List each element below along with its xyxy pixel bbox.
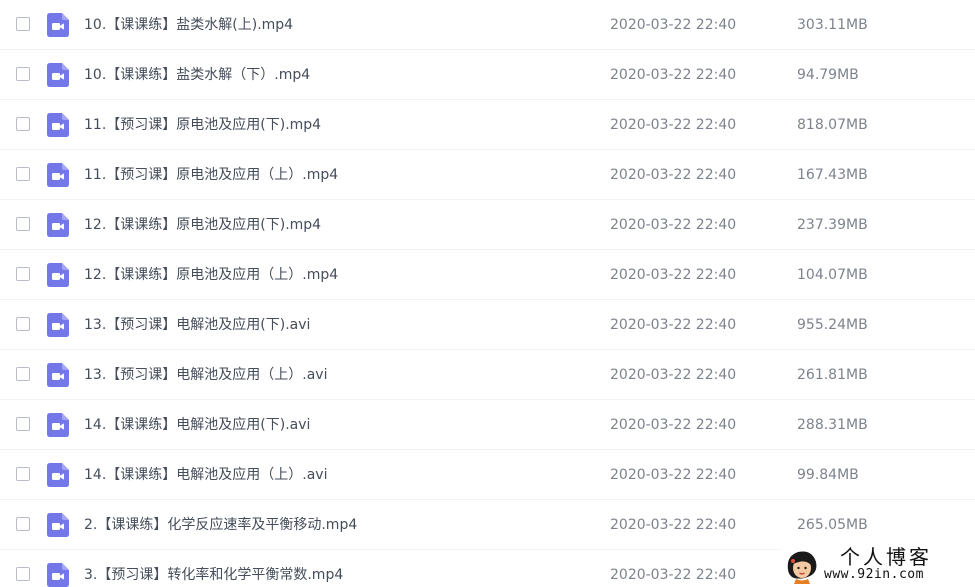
video-file-icon — [47, 213, 69, 237]
file-name[interactable]: 11.【预习课】原电池及应用（上）.mp4 — [84, 165, 338, 185]
file-list: 10.【课课练】盐类水解(上).mp4 2020-03-22 22:40 303… — [0, 0, 975, 587]
row-checkbox[interactable] — [16, 67, 30, 81]
file-date: 2020-03-22 22:40 — [610, 117, 737, 133]
file-row[interactable]: 13.【预习课】电解池及应用（上）.avi 2020-03-22 22:40 2… — [0, 350, 975, 400]
file-date: 2020-03-22 22:40 — [610, 367, 737, 383]
row-checkbox[interactable] — [16, 367, 30, 381]
file-date: 2020-03-22 22:40 — [610, 167, 737, 183]
avatar-icon — [787, 551, 817, 584]
video-file-icon — [47, 263, 69, 287]
row-checkbox[interactable] — [16, 17, 30, 31]
file-name[interactable]: 12.【课课练】原电池及应用（上）.mp4 — [84, 265, 338, 285]
file-name[interactable]: 13.【预习课】电解池及应用（上）.avi — [84, 365, 327, 385]
row-checkbox[interactable] — [16, 567, 30, 581]
file-name[interactable]: 14.【课课练】电解池及应用(下).avi — [84, 415, 310, 435]
video-file-icon — [47, 563, 69, 587]
file-size: 94.79MB — [797, 67, 859, 83]
row-checkbox[interactable] — [16, 167, 30, 181]
file-name[interactable]: 12.【课课练】原电池及应用(下).mp4 — [84, 215, 321, 235]
row-checkbox[interactable] — [16, 317, 30, 331]
watermark-url: www.92in.com — [824, 567, 924, 582]
row-checkbox[interactable] — [16, 267, 30, 281]
file-size: 167.43MB — [797, 167, 868, 183]
file-row[interactable]: 10.【课课练】盐类水解(上).mp4 2020-03-22 22:40 303… — [0, 0, 975, 50]
row-checkbox[interactable] — [16, 117, 30, 131]
file-date: 2020-03-22 22:40 — [610, 217, 737, 233]
file-row[interactable]: 13.【预习课】电解池及应用(下).avi 2020-03-22 22:40 9… — [0, 300, 975, 350]
video-file-icon — [47, 363, 69, 387]
file-date: 2020-03-22 22:40 — [610, 317, 737, 333]
file-size: 303.11MB — [797, 17, 868, 33]
file-name[interactable]: 10.【课课练】盐类水解（下）.mp4 — [84, 65, 310, 85]
file-name[interactable]: 10.【课课练】盐类水解(上).mp4 — [84, 15, 293, 35]
row-checkbox[interactable] — [16, 417, 30, 431]
file-name[interactable]: 11.【预习课】原电池及应用(下).mp4 — [84, 115, 321, 135]
file-name[interactable]: 13.【预习课】电解池及应用(下).avi — [84, 315, 310, 335]
row-checkbox[interactable] — [16, 467, 30, 481]
video-file-icon — [47, 63, 69, 87]
video-file-icon — [47, 113, 69, 137]
file-date: 2020-03-22 22:40 — [610, 567, 737, 583]
row-checkbox[interactable] — [16, 217, 30, 231]
file-row[interactable]: 2.【课课练】化学反应速率及平衡移动.mp4 2020-03-22 22:40 … — [0, 500, 975, 550]
file-date: 2020-03-22 22:40 — [610, 17, 737, 33]
file-name[interactable]: 3.【预习课】转化率和化学平衡常数.mp4 — [84, 565, 343, 585]
file-row[interactable]: 10.【课课练】盐类水解（下）.mp4 2020-03-22 22:40 94.… — [0, 50, 975, 100]
video-file-icon — [47, 463, 69, 487]
file-name[interactable]: 14.【课课练】电解池及应用（上）.avi — [84, 465, 327, 485]
video-file-icon — [47, 13, 69, 37]
file-date: 2020-03-22 22:40 — [610, 67, 737, 83]
video-file-icon — [47, 513, 69, 537]
video-file-icon — [47, 313, 69, 337]
video-file-icon — [47, 163, 69, 187]
file-size: 288.31MB — [797, 417, 868, 433]
video-file-icon — [47, 413, 69, 437]
file-size: 955.24MB — [797, 317, 868, 333]
row-checkbox[interactable] — [16, 517, 30, 531]
file-size: 99.84MB — [797, 467, 859, 483]
file-row[interactable]: 11.【预习课】原电池及应用（上）.mp4 2020-03-22 22:40 1… — [0, 150, 975, 200]
file-row[interactable]: 14.【课课练】电解池及应用(下).avi 2020-03-22 22:40 2… — [0, 400, 975, 450]
file-size: 261.81MB — [797, 367, 868, 383]
file-size: 237.39MB — [797, 217, 868, 233]
file-row[interactable]: 11.【预习课】原电池及应用(下).mp4 2020-03-22 22:40 8… — [0, 100, 975, 150]
watermark: 个人博客 www.92in.com — [780, 544, 975, 587]
file-date: 2020-03-22 22:40 — [610, 417, 737, 433]
file-date: 2020-03-22 22:40 — [610, 467, 737, 483]
file-row[interactable]: 14.【课课练】电解池及应用（上）.avi 2020-03-22 22:40 9… — [0, 450, 975, 500]
file-size: 818.07MB — [797, 117, 868, 133]
file-size: 104.07MB — [797, 267, 868, 283]
file-row[interactable]: 12.【课课练】原电池及应用(下).mp4 2020-03-22 22:40 2… — [0, 200, 975, 250]
file-size: 265.05MB — [797, 517, 868, 533]
file-date: 2020-03-22 22:40 — [610, 517, 737, 533]
file-date: 2020-03-22 22:40 — [610, 267, 737, 283]
file-name[interactable]: 2.【课课练】化学反应速率及平衡移动.mp4 — [84, 515, 357, 535]
file-row[interactable]: 12.【课课练】原电池及应用（上）.mp4 2020-03-22 22:40 1… — [0, 250, 975, 300]
